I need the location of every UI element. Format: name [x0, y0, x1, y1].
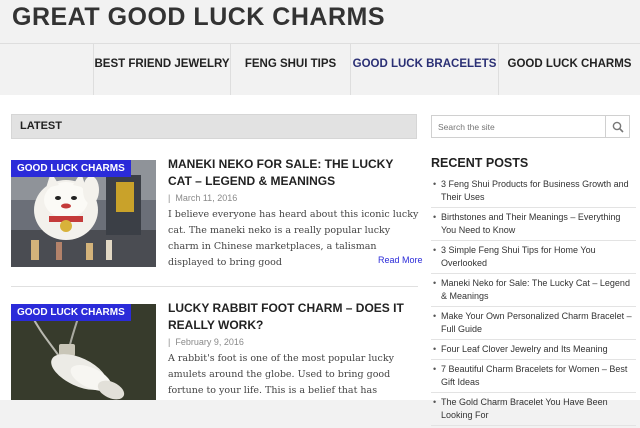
post-title-rabbit-foot[interactable]: LUCKY RABBIT FOOT CHARM – DOES IT REALLY…	[168, 300, 418, 334]
recent-post-link[interactable]: 7 Beautiful Charm Bracelets for Women – …	[431, 362, 636, 393]
site-title[interactable]: GREAT GOOD LUCK CHARMS	[12, 3, 385, 32]
post-title-maneki-neko[interactable]: MANEKI NEKO FOR SALE: THE LUCKY CAT – LE…	[168, 156, 418, 190]
post-divider	[11, 286, 418, 287]
latest-heading: LATEST	[20, 120, 62, 132]
recent-post-link[interactable]: 3 Feng Shui Products for Business Growth…	[431, 177, 636, 208]
search-icon	[612, 121, 624, 133]
main-content: LATEST GOOD LUCK CHARMS MANEKI NEKO FOR …	[0, 95, 640, 426]
recent-posts-heading: RECENT POSTS	[431, 156, 529, 170]
recent-post-link[interactable]: Birthstones and Their Meanings – Everyth…	[431, 210, 636, 241]
nav-item-good-luck-bracelets[interactable]: GOOD LUCK BRACELETS	[350, 44, 498, 96]
post-thumbnail-maneki-neko[interactable]: GOOD LUCK CHARMS	[11, 160, 156, 267]
post-date-text: March 11, 2016	[175, 193, 238, 203]
nav-item-feng-shui-tips[interactable]: FENG SHUI TIPS	[230, 44, 350, 96]
latest-heading-bar: LATEST	[11, 114, 417, 139]
recent-post-link[interactable]: Four Leaf Clover Jewelry and Its Meaning	[431, 342, 636, 360]
search-button[interactable]	[605, 116, 629, 137]
nav-item-best-friend-jewelry[interactable]: BEST FRIEND JEWELRY	[93, 44, 230, 96]
post-thumbnail-rabbit-foot[interactable]: GOOD LUCK CHARMS	[11, 304, 156, 400]
nav-item-good-luck-charms[interactable]: GOOD LUCK CHARMS	[498, 44, 640, 96]
category-badge[interactable]: GOOD LUCK CHARMS	[11, 304, 131, 321]
category-badge[interactable]: GOOD LUCK CHARMS	[11, 160, 131, 177]
post-date-text: February 9, 2016	[175, 337, 244, 347]
recent-post-link[interactable]: Maneki Neko for Sale: The Lucky Cat – Le…	[431, 276, 636, 307]
read-more-link[interactable]: Read More	[378, 255, 423, 265]
recent-post-link[interactable]: 3 Simple Feng Shui Tips for Home You Ove…	[431, 243, 636, 274]
post-excerpt: A rabbit's foot is one of the most popul…	[168, 353, 394, 396]
main-nav: BEST FRIEND JEWELRY FENG SHUI TIPS GOOD …	[0, 43, 640, 97]
search-input[interactable]	[438, 119, 598, 134]
post-date: | March 11, 2016	[168, 193, 238, 203]
recent-posts-list: 3 Feng Shui Products for Business Growth…	[431, 177, 636, 428]
search-box	[431, 115, 630, 138]
post-date: | February 9, 2016	[168, 337, 244, 347]
recent-post-link[interactable]: Make Your Own Personalized Charm Bracele…	[431, 309, 636, 340]
